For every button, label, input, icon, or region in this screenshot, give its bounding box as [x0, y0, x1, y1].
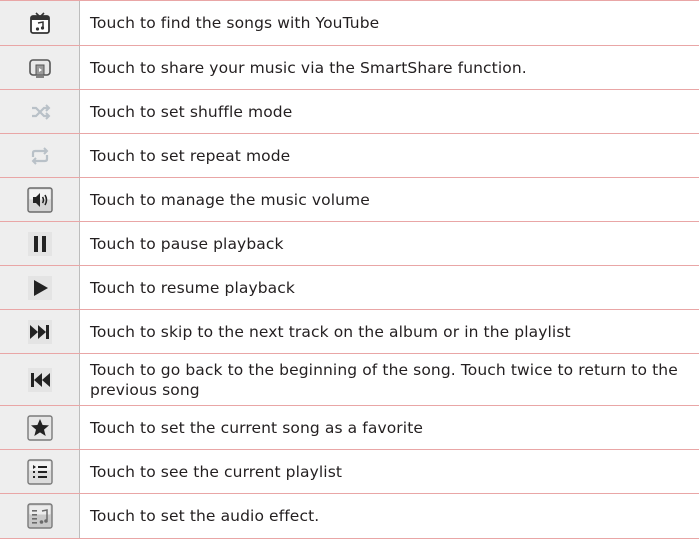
icon-cell [0, 494, 80, 538]
row-description: Touch to resume playback [90, 278, 295, 297]
icon-cell [0, 406, 80, 449]
table-row: Touch to pause playback [0, 222, 699, 266]
row-description: Touch to find the songs with YouTube [90, 14, 380, 32]
table-row: Touch to manage the music volume [0, 178, 699, 222]
skip-next-icon [27, 319, 52, 344]
icon-cell [0, 178, 80, 221]
row-description: Touch to set shuffle mode [90, 102, 293, 121]
table-row: Touch to set shuffle mode [0, 90, 699, 134]
favorite-star-icon [26, 414, 53, 441]
icon-cell [0, 266, 80, 309]
icon-legend-table: Touch to find the songs with YouTube Tou… [0, 0, 699, 539]
icon-cell [0, 134, 80, 177]
youtube-tv-icon [29, 12, 50, 34]
play-icon [27, 275, 52, 300]
row-description: Touch to set the audio effect. [90, 507, 320, 525]
icon-cell [0, 90, 80, 133]
playlist-icon [26, 458, 53, 485]
table-row: Touch to set repeat mode [0, 134, 699, 178]
icon-cell [0, 450, 80, 493]
skip-previous-icon [27, 367, 52, 392]
table-row: Touch to go back to the beginning of the… [0, 354, 699, 406]
icon-cell [0, 46, 80, 89]
table-row: Touch to set the audio effect. [0, 494, 699, 539]
audio-effect-icon [26, 503, 53, 529]
row-description: Touch to set the current song as a favor… [90, 418, 424, 437]
row-description: Touch to skip to the next track on the a… [90, 322, 571, 341]
table-row: Touch to skip to the next track on the a… [0, 310, 699, 354]
row-description: Touch to see the current playlist [90, 462, 343, 481]
table-row: Touch to share your music via the SmartS… [0, 46, 699, 90]
row-description: Touch to set repeat mode [90, 146, 291, 165]
row-description: Touch to manage the music volume [90, 190, 370, 209]
table-row: Touch to set the current song as a favor… [0, 406, 699, 450]
icon-cell [0, 1, 80, 45]
shuffle-icon [31, 103, 50, 120]
table-row: Touch to see the current playlist [0, 450, 699, 494]
row-description: Touch to go back to the beginning of the… [90, 360, 678, 399]
icon-cell [0, 222, 80, 265]
volume-icon [26, 186, 53, 213]
row-description: Touch to share your music via the SmartS… [90, 58, 527, 77]
table-row: Touch to find the songs with YouTube [0, 1, 699, 46]
pause-icon [27, 231, 52, 256]
row-description: Touch to pause playback [90, 234, 284, 253]
icon-cell [0, 354, 80, 405]
smartshare-icon [28, 58, 51, 78]
icon-cell [0, 310, 80, 353]
table-row: Touch to resume playback [0, 266, 699, 310]
repeat-icon [31, 146, 48, 165]
